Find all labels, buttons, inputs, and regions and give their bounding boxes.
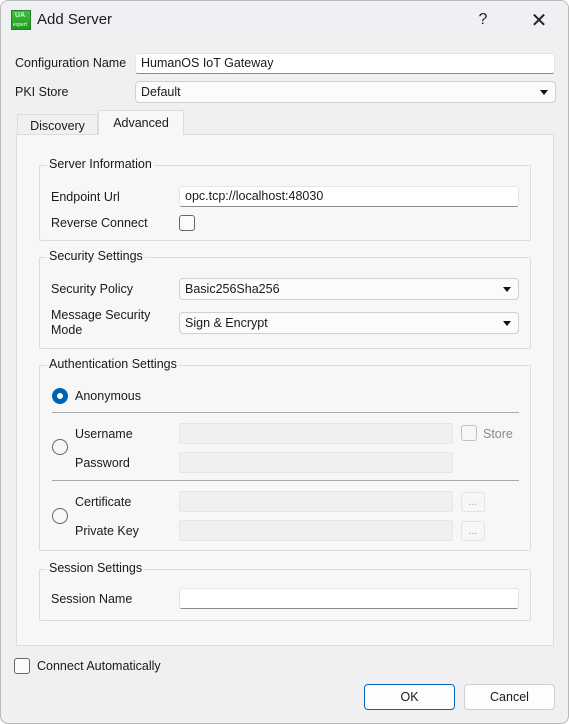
- private-key-label: Private Key: [75, 524, 139, 538]
- help-button[interactable]: ?: [463, 7, 503, 33]
- certificate-input[interactable]: [179, 491, 453, 512]
- app-icon-text: UA: [15, 12, 26, 19]
- anonymous-label: Anonymous: [75, 389, 142, 403]
- browse-certificate-button[interactable]: ...: [461, 492, 485, 512]
- window-title: Add Server: [37, 11, 113, 28]
- connect-automatically-label: Connect Automatically: [37, 659, 161, 673]
- server-information-group: Server Information Endpoint Url opc.tcp:…: [39, 157, 531, 241]
- chevron-down-icon: [503, 287, 511, 292]
- store-label: Store: [483, 427, 513, 441]
- message-security-mode-label-line1: Message Security: [51, 308, 151, 322]
- anonymous-radio[interactable]: [52, 388, 68, 404]
- uaexpert-app-icon: UA expert: [11, 10, 31, 30]
- chevron-down-icon: [503, 321, 511, 326]
- message-security-mode-label: Message Security Mode: [51, 308, 150, 338]
- password-label: Password: [75, 456, 130, 470]
- security-settings-group: Security Settings Security Policy Basic2…: [39, 249, 531, 349]
- message-security-mode-select[interactable]: Sign & Encrypt: [179, 312, 519, 334]
- security-settings-title: Security Settings: [47, 249, 145, 263]
- reverse-connect-checkbox[interactable]: [179, 215, 195, 231]
- message-security-mode-value: Sign & Encrypt: [185, 316, 268, 330]
- endpoint-url-label: Endpoint Url: [51, 190, 120, 204]
- chevron-down-icon: [540, 90, 548, 95]
- browse-private-key-button[interactable]: ...: [461, 521, 485, 541]
- store-checkbox[interactable]: [461, 425, 477, 441]
- add-server-dialog: UA expert Add Server ? ✕ Configuration N…: [0, 0, 569, 724]
- endpoint-url-input[interactable]: opc.tcp://localhost:48030: [179, 186, 519, 207]
- tab-advanced[interactable]: Advanced: [98, 110, 184, 135]
- username-password-radio[interactable]: [52, 439, 68, 455]
- session-name-label: Session Name: [51, 592, 133, 606]
- cancel-button-label: Cancel: [490, 690, 529, 704]
- tab-advanced-label: Advanced: [113, 116, 169, 130]
- server-information-title: Server Information: [47, 157, 154, 171]
- separator: [52, 480, 519, 481]
- authentication-settings-group: Authentication Settings Anonymous Userna…: [39, 357, 531, 551]
- config-name-label: Configuration Name: [15, 56, 127, 70]
- private-key-input[interactable]: [179, 520, 453, 541]
- cancel-button[interactable]: Cancel: [464, 684, 555, 710]
- question-mark-icon: ?: [478, 11, 488, 28]
- app-icon-subtext: expert: [13, 22, 27, 28]
- password-input[interactable]: [179, 452, 453, 473]
- ok-button[interactable]: OK: [364, 684, 455, 710]
- separator: [52, 412, 519, 413]
- tab-discovery[interactable]: Discovery: [17, 114, 98, 136]
- security-policy-select[interactable]: Basic256Sha256: [179, 278, 519, 300]
- authentication-settings-title: Authentication Settings: [47, 357, 179, 371]
- username-input[interactable]: [179, 423, 453, 444]
- message-security-mode-label-line2: Mode: [51, 323, 83, 337]
- session-settings-group: Session Settings Session Name: [39, 561, 531, 621]
- certificate-radio[interactable]: [52, 508, 68, 524]
- certificate-label: Certificate: [75, 495, 132, 509]
- pki-store-select[interactable]: Default: [135, 81, 556, 103]
- close-icon: ✕: [530, 9, 548, 32]
- session-name-input[interactable]: [179, 588, 519, 609]
- security-policy-value: Basic256Sha256: [185, 282, 280, 296]
- username-label: Username: [75, 427, 133, 441]
- pki-store-value: Default: [141, 85, 181, 99]
- close-button[interactable]: ✕: [519, 7, 559, 33]
- tab-discovery-label: Discovery: [30, 118, 85, 133]
- config-name-input[interactable]: HumanOS IoT Gateway: [135, 53, 555, 74]
- security-policy-label: Security Policy: [51, 282, 133, 296]
- pki-store-label: PKI Store: [15, 85, 69, 99]
- session-settings-title: Session Settings: [47, 561, 145, 575]
- title-bar: UA expert Add Server ? ✕: [1, 1, 568, 39]
- advanced-tab-panel: Server Information Endpoint Url opc.tcp:…: [16, 134, 554, 646]
- ok-button-label: OK: [400, 690, 419, 704]
- reverse-connect-label: Reverse Connect: [51, 216, 148, 230]
- connect-automatically-checkbox[interactable]: [14, 658, 30, 674]
